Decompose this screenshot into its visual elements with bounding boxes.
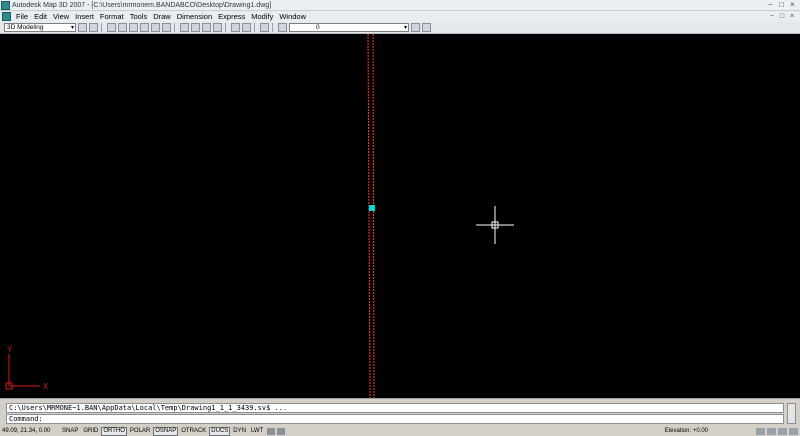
standard-toolbar: 3D Modeling ▾ 0 ▾ — [0, 22, 800, 34]
command-window: C:\Users\MRMONE~1.BAN\AppData\Local\Temp… — [0, 398, 800, 427]
save-icon[interactable] — [129, 23, 138, 32]
menu-dimension[interactable]: Dimension — [174, 12, 215, 21]
drawn-line-left — [367, 33, 371, 399]
workspace-settings-icon[interactable] — [78, 23, 87, 32]
document-controls: − □ × — [767, 11, 797, 22]
open-icon[interactable] — [118, 23, 127, 32]
grip-point — [369, 205, 375, 211]
workspace-value: 3D Modeling — [7, 24, 44, 31]
command-scrollbar[interactable] — [787, 403, 796, 424]
menu-insert[interactable]: Insert — [72, 12, 97, 21]
status-bar: 49.09, 21.34, 0.00 SNAP GRID ORTHO POLAR… — [0, 426, 800, 436]
menu-view[interactable]: View — [50, 12, 72, 21]
workspace-save-icon[interactable] — [89, 23, 98, 32]
ducs-toggle[interactable]: DUCS — [209, 426, 231, 436]
menu-format[interactable]: Format — [97, 12, 127, 21]
make-object-layer-current-icon[interactable] — [411, 23, 420, 32]
print-icon[interactable] — [140, 23, 149, 32]
drawing-canvas[interactable]: Y X — [0, 33, 800, 399]
osnap-toggle[interactable]: OSNAP — [153, 426, 179, 436]
layer-previous-icon[interactable] — [422, 23, 431, 32]
menu-bar: File Edit View Insert Format Tools Draw … — [0, 11, 800, 22]
publish-icon[interactable] — [162, 23, 171, 32]
copy-icon[interactable] — [191, 23, 200, 32]
lwt-toggle[interactable]: LWT — [249, 427, 265, 436]
status-tray — [754, 427, 798, 435]
otrack-toggle[interactable]: OTRACK — [179, 427, 208, 436]
doc-minimize-button[interactable]: − — [767, 11, 777, 22]
drawn-line-right — [372, 33, 375, 399]
status-menu-icon[interactable] — [778, 427, 787, 435]
toolbar-divider — [254, 23, 255, 32]
toolbar-divider — [174, 23, 175, 32]
ucs-y-label: Y — [7, 345, 13, 354]
match-properties-icon[interactable] — [213, 23, 222, 32]
minimize-button[interactable]: − — [765, 0, 776, 10]
window-controls: − □ × — [765, 0, 798, 10]
layer-properties-icon[interactable] — [278, 23, 287, 32]
toolbar-divider — [272, 23, 273, 32]
chevron-down-icon: ▾ — [70, 25, 74, 31]
dyn-toggle[interactable]: DYN — [231, 427, 248, 436]
polar-toggle[interactable]: POLAR — [128, 427, 152, 436]
elevation-readout: Elevation: +0.00 — [664, 428, 708, 434]
grid-toggle[interactable]: GRID — [81, 427, 100, 436]
doc-restore-button[interactable]: □ — [777, 11, 787, 22]
layer-select[interactable]: 0 ▾ — [289, 23, 409, 32]
redo-icon[interactable] — [242, 23, 251, 32]
model-space-icon[interactable] — [267, 427, 276, 435]
doc-close-button[interactable]: × — [787, 11, 797, 22]
paste-icon[interactable] — [202, 23, 211, 32]
coordinate-readout: 49.09, 21.34, 0.00 — [2, 428, 51, 434]
command-history: C:\Users\MRMONE~1.BAN\AppData\Local\Temp… — [6, 403, 784, 413]
pin-icon[interactable] — [277, 427, 286, 435]
lock-icon[interactable] — [756, 427, 765, 435]
title-bar: Autodesk Map 3D 2007 - [C:\Users\mrmonem… — [0, 0, 800, 11]
toolbar-divider — [225, 23, 226, 32]
layer-value: 0 — [316, 24, 320, 31]
new-icon[interactable] — [107, 23, 116, 32]
menu-tools[interactable]: Tools — [127, 12, 151, 21]
drawing-viewport: Y X — [5, 33, 514, 399]
command-input[interactable]: Command: — [6, 414, 784, 424]
window-title: Autodesk Map 3D 2007 - [C:\Users\mrmonem… — [12, 1, 272, 9]
help-icon[interactable] — [260, 23, 269, 32]
undo-icon[interactable] — [231, 23, 240, 32]
ucs-x-label: X — [43, 382, 49, 391]
workspace-select[interactable]: 3D Modeling ▾ — [4, 23, 76, 32]
maximize-button[interactable]: □ — [776, 0, 787, 10]
toolbar-divider — [101, 23, 102, 32]
cut-icon[interactable] — [180, 23, 189, 32]
clean-screen-icon[interactable] — [789, 427, 798, 435]
close-button[interactable]: × — [787, 0, 798, 10]
document-icon[interactable] — [2, 12, 11, 21]
autodesk-map-icon — [1, 0, 10, 10]
menu-edit[interactable]: Edit — [31, 12, 50, 21]
ortho-toggle[interactable]: ORTHO — [101, 426, 127, 436]
print-preview-icon[interactable] — [151, 23, 160, 32]
menu-file[interactable]: File — [13, 12, 31, 21]
menu-modify[interactable]: Modify — [248, 12, 276, 21]
chevron-down-icon: ▾ — [403, 25, 407, 31]
menu-express[interactable]: Express — [215, 12, 248, 21]
communication-icon[interactable] — [767, 427, 776, 435]
snap-toggle[interactable]: SNAP — [60, 427, 80, 436]
menu-draw[interactable]: Draw — [150, 12, 174, 21]
menu-window[interactable]: Window — [276, 12, 309, 21]
